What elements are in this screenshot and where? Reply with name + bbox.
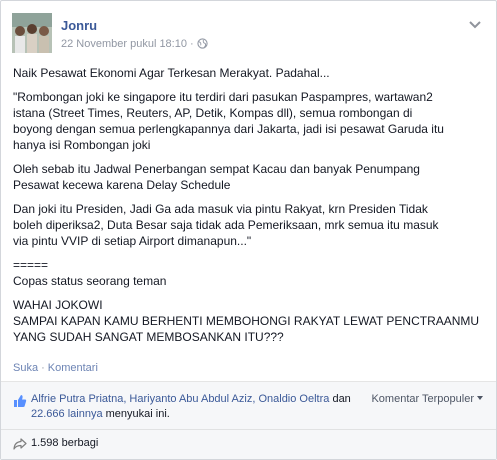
likers-names[interactable]: Alfrie Putra Priatna, Hariyanto Abu Abdu… [31,393,329,405]
post-card: Jonru 22 November pukul 18:10 · Naik Pesa… [0,0,497,460]
chevron-down-icon[interactable] [468,17,482,29]
post-paragraph: Dan joki itu Presiden, Jadi Ga ada masuk… [13,202,439,248]
action-separator: · [41,362,45,374]
post-paragraph: Copas status seorang teman [13,274,167,288]
shares-row: 1.598 berbagi [1,431,496,459]
likes-connector: dan [329,393,351,405]
post-paragraph: Naik Pesawat Ekonomi Agar Terkesan Merak… [13,66,330,80]
like-link[interactable]: Suka [13,362,38,374]
feedback-section: Alfrie Putra Priatna, Hariyanto Abu Abdu… [1,381,496,459]
globe-icon[interactable] [197,38,208,52]
likers-others-link[interactable]: 22.666 lainnya [31,408,103,420]
comment-sort-dropdown[interactable]: Komentar Terpopuler [371,393,483,405]
avatar[interactable] [12,13,52,53]
post-body: Naik Pesawat Ekonomi Agar Terkesan Merak… [13,65,485,345]
comment-sort-label: Komentar Terpopuler [371,393,474,405]
likes-summary: Alfrie Putra Priatna, Hariyanto Abu Abdu… [31,392,361,422]
thumbs-up-icon [13,394,27,408]
shares-count-link[interactable]: 1.598 berbagi [31,437,98,449]
post-paragraph: Oleh sebab itu Jadwal Penerbangan sempat… [13,162,420,192]
post-paragraph: WAHAI JOKOWI SAMPAI KAPAN KAMU BERHENTI … [13,298,480,344]
meta-separator: · [189,38,194,50]
share-arrow-icon [13,437,27,450]
post-paragraph: ===== [13,258,49,272]
caret-down-icon [477,396,483,400]
post-meta: 22 November pukul 18:10 · [61,38,208,52]
author-name[interactable]: Jonru [61,18,97,33]
likes-row: Alfrie Putra Priatna, Hariyanto Abu Abdu… [1,382,496,430]
likes-suffix: menyukai ini. [102,408,170,420]
comment-link[interactable]: Komentari [48,362,98,374]
post-timestamp[interactable]: 22 November pukul 18:10 [61,38,187,50]
post-header: Jonru 22 November pukul 18:10 · [12,11,482,56]
post-paragraph: "Rombongan joki ke singapore itu terdiri… [13,90,444,152]
post-actions: Suka · Komentari [13,362,98,374]
